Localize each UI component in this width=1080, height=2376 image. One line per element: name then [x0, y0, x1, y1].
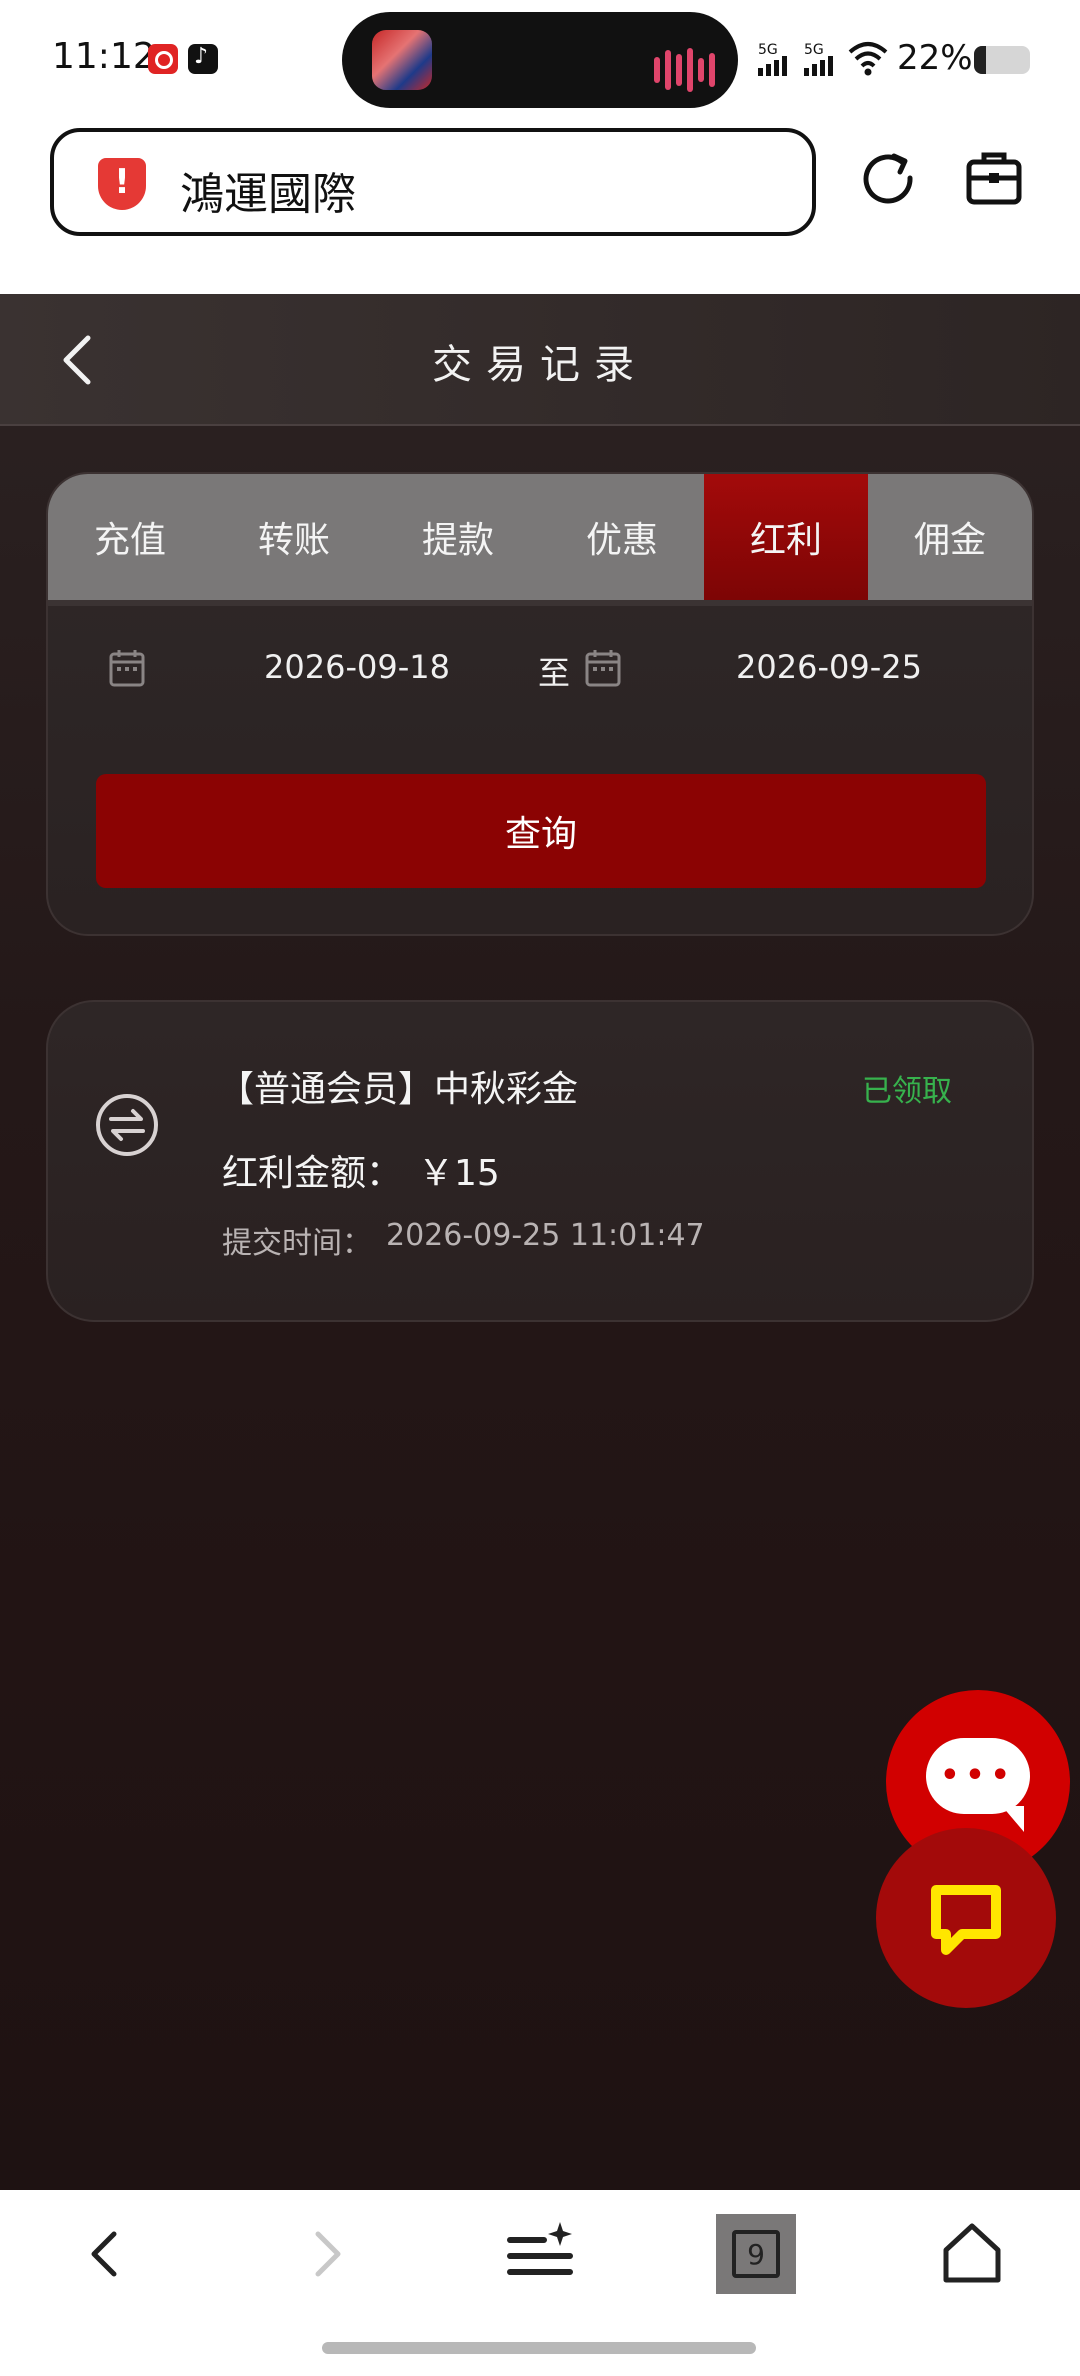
battery-fill: [974, 46, 987, 74]
netease-music-icon: [148, 44, 178, 74]
record-card[interactable]: 【普通会员】中秋彩金 已领取 红利金额： ￥15 提交时间： 2026-09-2…: [46, 1000, 1034, 1322]
record-type-tabs: 充值 转账 提款 优惠 红利 佣金: [48, 474, 1032, 600]
battery-percent: 22%: [897, 38, 973, 78]
tab-withdraw[interactable]: 提款: [376, 474, 540, 600]
address-text[interactable]: 鴻運國際: [180, 158, 356, 222]
filter-card: 充值 转账 提款 优惠 红利 佣金 2026-09-18 至 2026-09-2…: [46, 472, 1034, 936]
tab-switcher-button[interactable]: 9: [716, 2214, 796, 2294]
bonus-amount-value: ￥15: [418, 1153, 500, 1194]
menu-sparkle-icon[interactable]: [500, 2214, 580, 2294]
tiktok-icon: [188, 44, 218, 74]
nav-forward-icon[interactable]: [286, 2214, 366, 2294]
tab-count: 9: [732, 2230, 780, 2278]
signal-bars-1-icon: [758, 56, 787, 76]
signal-bars-2-icon: [804, 56, 833, 76]
wifi-icon: [848, 42, 888, 76]
status-bar: 11:12 5G 5G 22%: [0, 0, 1080, 120]
browser-toolbar: ! 鴻運國際: [0, 120, 1080, 294]
submit-time-value: 2026-09-25 11:01:47: [386, 1218, 705, 1253]
dynamic-island[interactable]: [342, 12, 738, 108]
home-indicator[interactable]: [322, 2342, 756, 2354]
date-range-row: 2026-09-18 至 2026-09-25: [48, 600, 1032, 738]
calendar-icon[interactable]: [108, 648, 146, 688]
tab-commission[interactable]: 佣金: [868, 474, 1032, 600]
battery-icon: [974, 46, 1030, 74]
tab-bonus[interactable]: 红利: [704, 474, 868, 600]
tab-deposit[interactable]: 充值: [48, 474, 212, 600]
calendar-icon[interactable]: [584, 648, 622, 688]
media-thumbnail-icon: [372, 30, 432, 90]
livechat-icon: [931, 1885, 1001, 1955]
start-date-input[interactable]: 2026-09-18: [264, 648, 450, 686]
app-header: 交易记录: [0, 294, 1080, 426]
tab-transfer[interactable]: 转账: [212, 474, 376, 600]
transfer-swap-icon: [96, 1094, 158, 1156]
security-warning-icon[interactable]: !: [98, 158, 146, 210]
app-content: 交易记录 充值 转账 提款 优惠 红利 佣金 2026-09-18 至 2026…: [0, 294, 1080, 2190]
end-date-input[interactable]: 2026-09-25: [736, 648, 922, 686]
submit-time-label: 提交时间：: [222, 1226, 372, 1261]
browser-bottom-nav: 9: [0, 2190, 1080, 2376]
record-status-badge: 已领取: [862, 1074, 952, 1109]
status-time: 11:12: [52, 36, 156, 77]
reload-icon[interactable]: [858, 148, 918, 208]
date-range-separator: 至: [538, 654, 571, 692]
address-bar[interactable]: ! 鴻運國際: [50, 128, 816, 236]
record-title: 【普通会员】中秋彩金: [218, 1069, 579, 1110]
home-icon[interactable]: [932, 2214, 1012, 2294]
nav-back-icon[interactable]: [66, 2214, 146, 2294]
query-button[interactable]: 查询: [96, 774, 986, 888]
toolbox-icon[interactable]: [964, 148, 1024, 208]
live-chat-button[interactable]: [876, 1828, 1056, 2008]
audio-wave-icon: [654, 48, 715, 92]
chat-bubble-icon: •••: [926, 1738, 1030, 1832]
page-title: 交易记录: [432, 342, 648, 388]
bonus-amount-label: 红利金额：: [222, 1153, 403, 1194]
tab-promotion[interactable]: 优惠: [540, 474, 704, 600]
